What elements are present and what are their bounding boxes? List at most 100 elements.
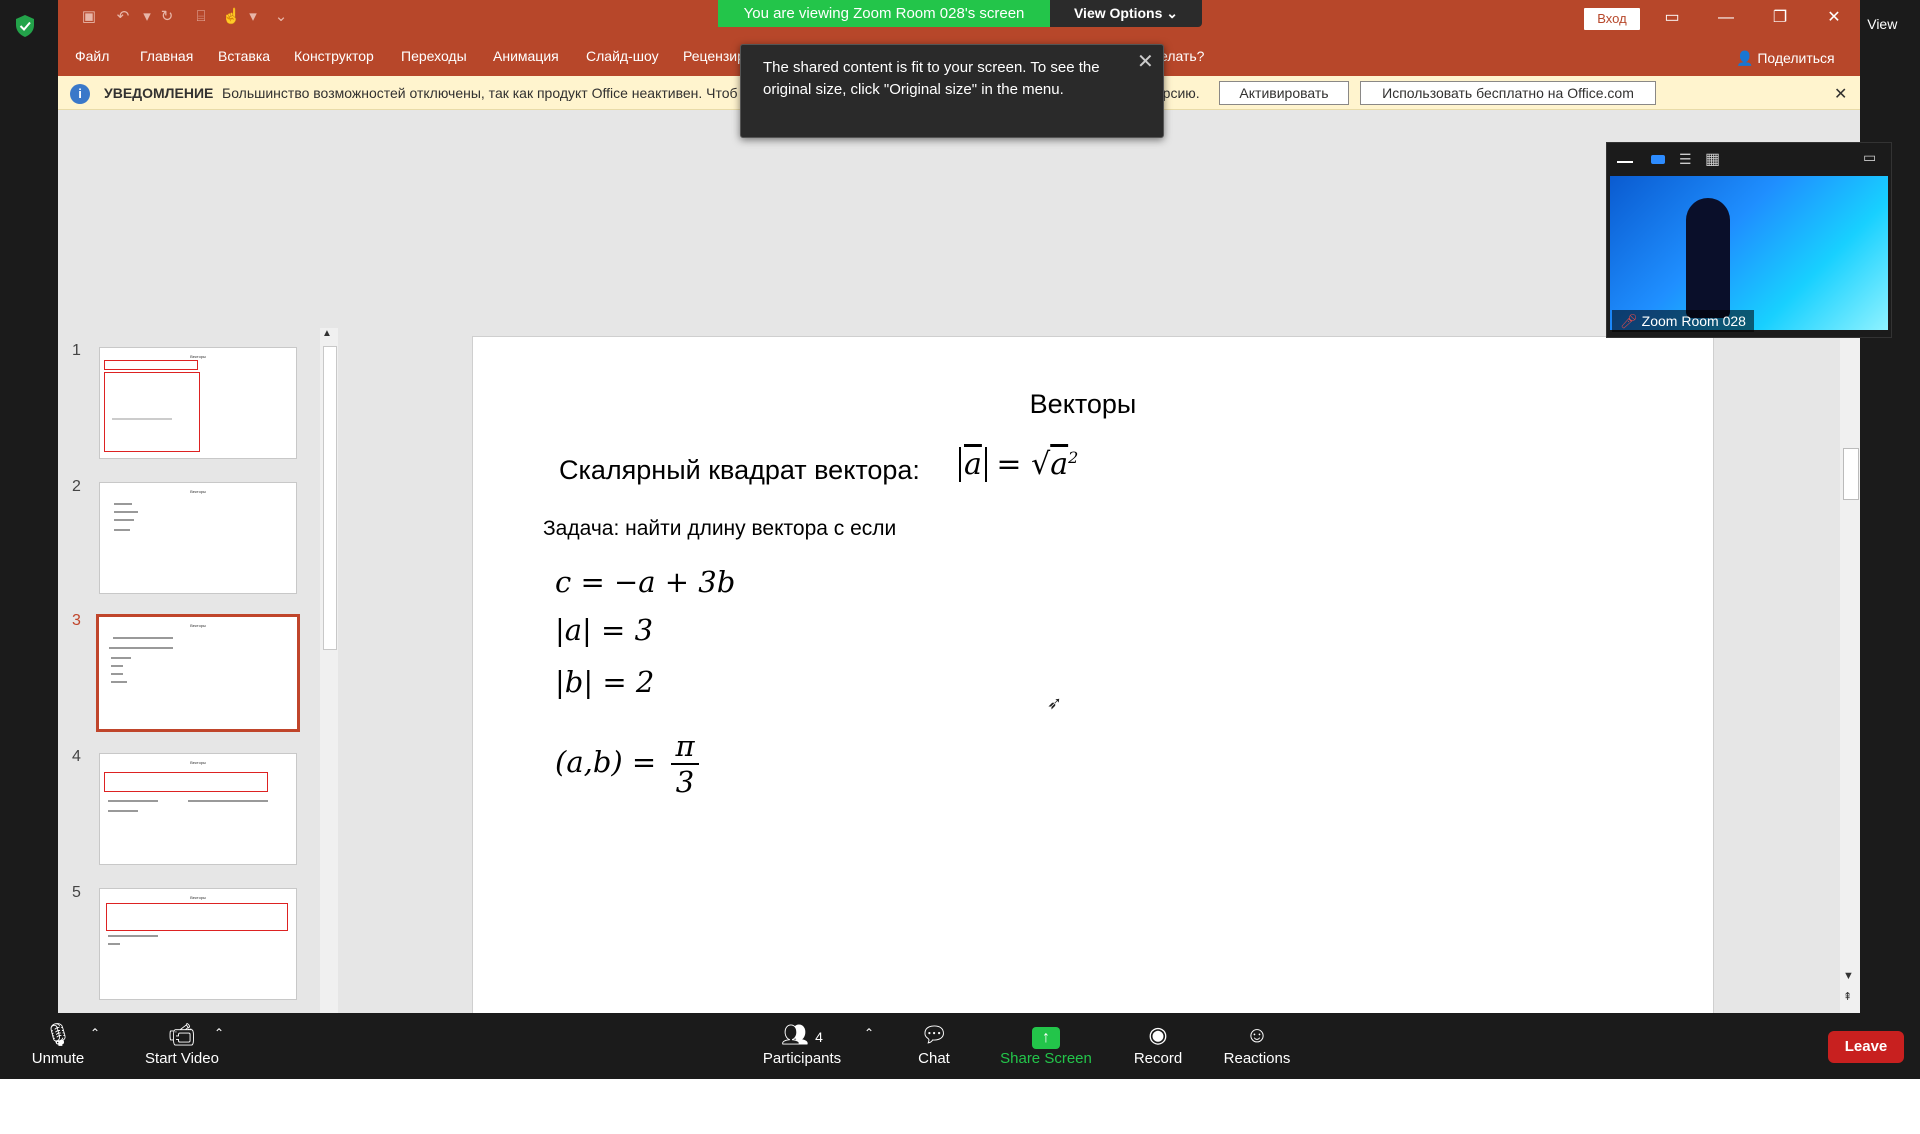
participants-icon: 👥︎ 4 — [781, 1022, 823, 1047]
scroll-down-arrow-icon[interactable]: ▼ — [1843, 970, 1854, 982]
activate-button[interactable]: Активировать — [1219, 81, 1349, 105]
tab-home[interactable]: Главная — [140, 48, 193, 64]
record-icon: ◉ — [1148, 1022, 1168, 1047]
tab-file[interactable]: Файл — [75, 48, 109, 64]
start-slideshow-icon[interactable]: ⌸ — [192, 8, 210, 26]
leave-button[interactable]: Leave — [1828, 1031, 1904, 1063]
person-icon: 👤 — [1736, 50, 1754, 66]
previous-slide-icon[interactable]: ⇞ — [1843, 990, 1852, 1003]
slide-number-active: 3 — [72, 612, 81, 629]
restore-icon[interactable]: ❐ — [1760, 6, 1800, 30]
tab-transitions[interactable]: Переходы — [401, 48, 467, 64]
notification-title: УВЕДОМЛЕНИЕ — [104, 85, 214, 101]
editor-gray-area — [58, 110, 1860, 324]
undo-dropdown-icon[interactable]: ▾ — [138, 8, 156, 26]
equation-b-norm: |b| = 2 — [555, 665, 655, 699]
participant-name: Zoom Room 028 — [1641, 313, 1746, 329]
angle-denominator: 3 — [675, 765, 695, 799]
chat-button[interactable]: 💬︎ Chat — [906, 1020, 962, 1067]
mouse-cursor-icon: ➶ — [1047, 693, 1063, 713]
notification-close-icon[interactable]: ✕ — [1834, 84, 1847, 104]
undo-icon[interactable]: ↶ — [114, 8, 132, 26]
slide-number: 1 — [72, 342, 81, 359]
reactions-label: Reactions — [1223, 1050, 1291, 1067]
customize-toolbar-icon[interactable]: ⌄ — [272, 8, 290, 26]
reactions-button[interactable]: ☺︎ Reactions — [1220, 1020, 1294, 1067]
gallery-view-icon[interactable]: ▦ — [1705, 149, 1720, 169]
current-slide[interactable]: Векторы Скалярный квадрат вектора: a = √… — [472, 336, 1714, 1015]
save-icon[interactable]: ▣ — [80, 8, 98, 26]
strip-view-icon[interactable]: ☰ — [1679, 151, 1692, 168]
tooltip-close-icon[interactable]: ✕ — [1137, 49, 1154, 74]
participants-label: Participants — [762, 1050, 842, 1067]
audio-options-chevron-icon[interactable]: ⌃ — [90, 1026, 100, 1040]
slide-thumbnail-3-active[interactable]: Векторы — [96, 614, 300, 732]
close-icon[interactable]: ✕ — [1814, 6, 1854, 30]
record-label: Record — [1133, 1050, 1183, 1067]
share-screen-button[interactable]: ↑ Share Screen — [996, 1020, 1096, 1067]
equation-c: c = −a + 3b — [555, 565, 736, 599]
slide-thumbnail-2[interactable]: Векторы — [99, 482, 297, 594]
participant-video-feed — [1610, 176, 1888, 330]
redo-icon[interactable]: ↻ — [158, 8, 176, 26]
tooltip-text: The shared content is fit to your screen… — [763, 59, 1100, 98]
use-free-office-button[interactable]: Использовать бесплатно на Office.com — [1360, 81, 1656, 105]
slide-scroll-thumb[interactable] — [1843, 448, 1859, 500]
slide-thumbnail-4[interactable]: Векторы — [99, 753, 297, 865]
participants-button[interactable]: 👥︎ 4 Participants — [758, 1020, 846, 1067]
participants-count: 4 — [815, 1029, 823, 1045]
info-icon: i — [70, 84, 90, 104]
slide-thumbnail-5[interactable]: Векторы — [99, 888, 297, 1000]
chat-icon: 💬︎ — [920, 1022, 948, 1047]
muted-microphone-icon: 🎙︎ — [44, 1022, 72, 1047]
tab-design[interactable]: Конструктор — [294, 48, 374, 64]
share-screen-icon: ↑ — [996, 1020, 1096, 1050]
ribbon-display-icon[interactable]: ▭ — [1652, 6, 1692, 30]
security-shield-icon[interactable] — [14, 14, 36, 38]
zoom-view-label: View — [1867, 16, 1898, 32]
touch-mode-icon[interactable]: ☝ — [222, 8, 241, 26]
chat-label: Chat — [918, 1050, 950, 1067]
participants-chevron-icon[interactable]: ⌃ — [864, 1026, 874, 1040]
slide-title: Векторы — [1029, 389, 1137, 419]
viewing-screen-banner: You are viewing Zoom Room 028's screen — [718, 0, 1050, 27]
login-button[interactable]: Вход — [1584, 8, 1640, 30]
start-video-label: Start Video — [145, 1050, 219, 1067]
share-screen-label: Share Screen — [1000, 1050, 1092, 1067]
angle-numerator: π — [671, 729, 699, 765]
participant-name-label: 🎤︎ Zoom Room 028 — [1612, 310, 1754, 332]
scalar-square-formula: a = √a2 — [959, 447, 1078, 482]
tab-review[interactable]: Рецензир — [683, 48, 745, 64]
minimize-video-icon[interactable] — [1617, 161, 1633, 163]
minimize-icon[interactable]: — — [1706, 6, 1746, 30]
reactions-icon: ☺︎ — [1245, 1022, 1269, 1047]
share-label: Поделиться — [1757, 50, 1835, 66]
chevron-down-icon: ⌄ — [1166, 5, 1179, 21]
tab-insert[interactable]: Вставка — [218, 48, 270, 64]
slide-heading: Скалярный квадрат вектора: — [559, 455, 920, 485]
view-options-label: View Options — [1073, 5, 1163, 21]
pop-out-icon[interactable]: ▭ — [1863, 149, 1876, 166]
unmute-button[interactable]: 🎙︎ Unmute — [22, 1020, 94, 1067]
fit-to-screen-tooltip: The shared content is fit to your screen… — [740, 44, 1164, 138]
tab-slideshow[interactable]: Слайд-шоу — [586, 48, 659, 64]
slide-scrollbar[interactable] — [1840, 324, 1860, 1013]
tell-me-search[interactable]: елать? — [1160, 48, 1204, 64]
video-options-chevron-icon[interactable]: ⌃ — [214, 1026, 224, 1040]
unmute-label: Unmute — [31, 1050, 85, 1067]
slide-number: 4 — [72, 748, 81, 765]
tab-animations[interactable]: Анимация — [493, 48, 559, 64]
slide-number: 2 — [72, 478, 81, 495]
sqrt-icon: √ — [1031, 447, 1051, 482]
view-options-button[interactable]: View Options ⌄ — [1050, 0, 1202, 27]
task-statement: Задача: найти длину вектора с если — [543, 517, 897, 540]
share-button[interactable]: 👤 Поделиться — [1736, 50, 1835, 67]
scroll-up-arrow-icon[interactable]: ▲ — [322, 328, 332, 339]
slide-thumbnail-1[interactable]: Векторы — [99, 347, 297, 459]
touch-dropdown-icon[interactable]: ▾ — [244, 8, 262, 26]
equation-angle: (a,b) = π 3 — [555, 729, 699, 799]
equation-a-norm: |a| = 3 — [555, 613, 654, 647]
record-button[interactable]: ◉ Record — [1126, 1020, 1190, 1067]
speaker-view-icon[interactable] — [1651, 155, 1665, 164]
thumbnail-scroll-thumb[interactable] — [323, 346, 337, 650]
